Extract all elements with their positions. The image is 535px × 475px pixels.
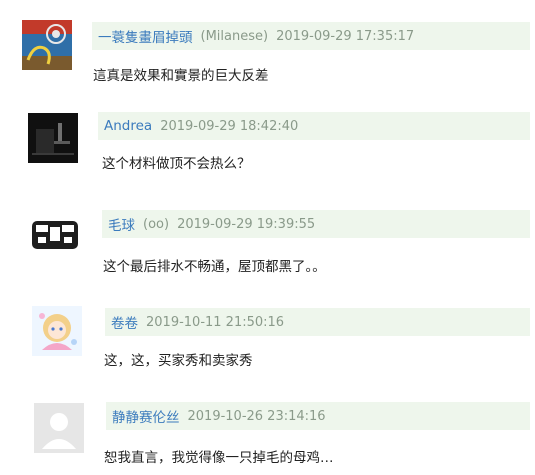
username[interactable]: 毛球 (108, 214, 135, 234)
default-user-avatar-icon (34, 403, 84, 453)
dark-room-avatar-icon (28, 113, 78, 163)
comment-header: 卷卷 2019-10-11 21:50:16 (105, 308, 530, 336)
avatar[interactable] (32, 306, 82, 356)
comment-text: 这个最后排水不畅通，屋顶都黑了。。 (103, 259, 326, 275)
username[interactable]: 卷卷 (111, 312, 138, 332)
avatar[interactable] (30, 209, 80, 259)
nickname: (oo) (143, 216, 170, 232)
comment-header: 毛球 (oo) 2019-09-29 19:39:55 (102, 210, 530, 238)
anime-girl-avatar-icon (32, 306, 82, 356)
username[interactable]: Andrea (104, 118, 152, 134)
timestamp: 2019-10-11 21:50:16 (146, 314, 285, 330)
comment-header: 一蓑隻畫眉掉頭 (Milanese) 2019-09-29 17:35:17 (92, 22, 530, 50)
nickname: (Milanese) (200, 28, 269, 44)
comment-text: 恕我直言，我觉得像一只掉毛的母鸡… (104, 450, 334, 466)
username[interactable]: 一蓑隻畫眉掉頭 (98, 26, 193, 46)
comment-header: 静静赛伦丝 2019-10-26 23:14:16 (106, 402, 530, 430)
black-logo-avatar-icon (30, 209, 80, 259)
avatar[interactable] (22, 20, 72, 70)
comment-text: 这，这，买家秀和卖家秀 (104, 353, 253, 369)
comment-header: Andrea 2019-09-29 18:42:40 (98, 112, 530, 140)
comment-text: 這真是效果和實景的巨大反差 (93, 68, 269, 84)
avatar[interactable] (34, 403, 84, 453)
blue-bicycle-avatar-icon (22, 20, 72, 70)
avatar[interactable] (28, 113, 78, 163)
timestamp: 2019-09-29 19:39:55 (177, 216, 316, 232)
timestamp: 2019-09-29 18:42:40 (160, 118, 299, 134)
timestamp: 2019-10-26 23:14:16 (187, 408, 326, 424)
timestamp: 2019-09-29 17:35:17 (276, 28, 415, 44)
username[interactable]: 静静赛伦丝 (112, 406, 180, 426)
comment-text: 这个材料做顶不会热么？ (102, 156, 251, 172)
